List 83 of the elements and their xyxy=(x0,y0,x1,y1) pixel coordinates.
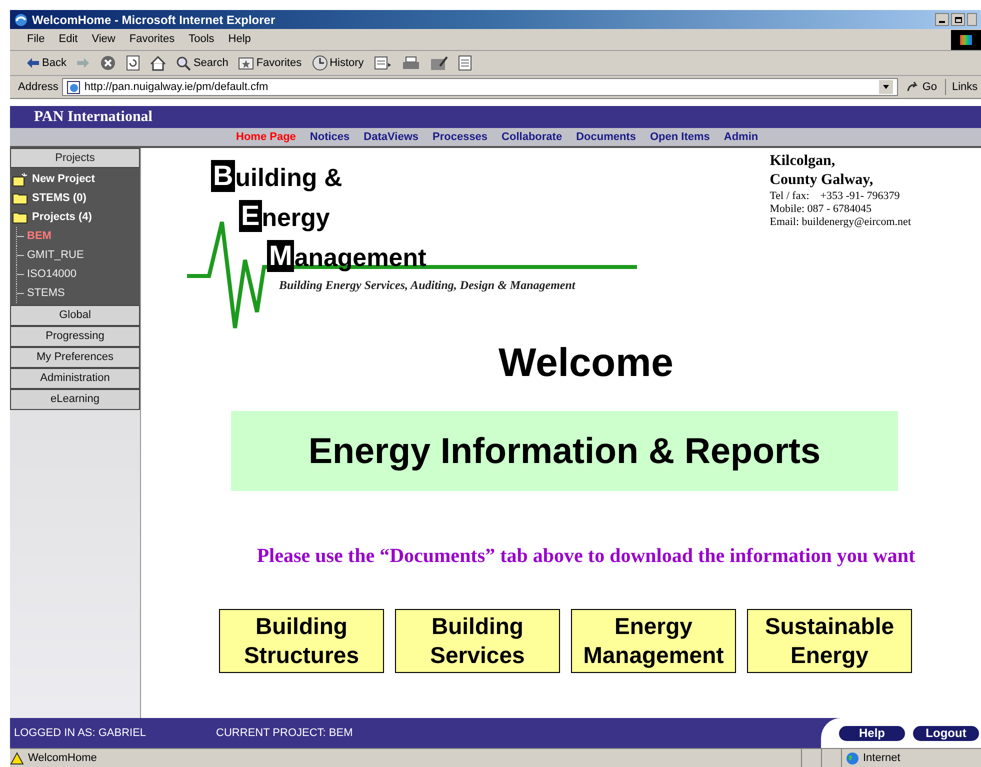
tree-item[interactable]: Projects (4) xyxy=(12,208,140,227)
warning-page-icon xyxy=(10,752,24,764)
contact-detail: Mobile: 087 - 6784045 xyxy=(770,203,872,216)
printer-icon xyxy=(402,56,420,70)
sidebar-section-button[interactable]: My Preferences xyxy=(10,347,140,368)
address-label: Address xyxy=(18,80,58,95)
nav-tab[interactable]: Processes xyxy=(432,128,488,145)
stop-icon xyxy=(100,55,116,71)
toolbar-button[interactable]: Search xyxy=(174,54,230,72)
category-tile[interactable]: Energy Management xyxy=(571,609,736,673)
current-project-text: CURRENT PROJECT: BEM xyxy=(216,726,353,741)
forward-arrow-icon xyxy=(76,57,90,69)
maximize-button[interactable] xyxy=(951,13,965,26)
nav-tab[interactable]: Documents xyxy=(576,128,636,145)
logo-word: Management xyxy=(267,239,426,272)
footer-button[interactable]: Help xyxy=(839,726,905,740)
status-text: WelcomHome xyxy=(28,750,97,766)
toolbar-button[interactable]: Favorites xyxy=(236,54,304,72)
refresh-icon xyxy=(126,55,140,71)
clock-icon xyxy=(312,55,328,71)
tree-item[interactable]: New Project xyxy=(12,170,140,189)
sidebar-section-button[interactable]: Administration xyxy=(10,368,140,389)
menu-item[interactable]: Help xyxy=(221,31,258,48)
footer-button[interactable]: Logout xyxy=(913,726,979,740)
brand-title: PAN International xyxy=(34,108,152,127)
menu-item[interactable]: Favorites xyxy=(122,31,182,48)
instruction-text: Please use the “Documents” tab above to download the information you want xyxy=(256,544,916,569)
home-icon xyxy=(150,56,166,70)
back-arrow-icon xyxy=(26,57,40,69)
toolbar-button[interactable]: History xyxy=(310,54,366,72)
go-arrow-icon xyxy=(906,81,920,93)
nav-tab[interactable]: Notices xyxy=(310,128,350,145)
nav-tab[interactable]: Open Items xyxy=(650,128,710,145)
zone-text: Internet xyxy=(863,750,900,766)
project-item[interactable]: GMIT_RUE xyxy=(27,247,84,264)
sidebar-section-button[interactable]: Global xyxy=(10,305,140,326)
nav-tab[interactable]: Admin xyxy=(724,128,758,145)
category-tile[interactable]: Building Services xyxy=(395,609,560,673)
links-button[interactable]: Links xyxy=(945,78,981,96)
nav-tab[interactable]: Collaborate xyxy=(502,128,562,145)
toolbar-icon-button[interactable] xyxy=(148,56,168,70)
sidebar-section-button[interactable]: Progressing xyxy=(10,326,140,347)
address-line: County Galway, xyxy=(770,171,874,190)
menu-item[interactable]: File xyxy=(20,31,52,48)
logged-in-text: LOGGED IN AS: GABRIEL xyxy=(14,726,146,741)
tree-item[interactable]: STEMS (0) xyxy=(12,189,140,208)
globe-icon xyxy=(846,752,859,764)
logo-word: Energy xyxy=(239,199,331,232)
contact-detail: Email: buildenergy@eircom.net xyxy=(770,216,911,229)
mail-icon xyxy=(374,55,392,71)
nav-tab[interactable]: DataViews xyxy=(364,128,418,145)
sidebar-header[interactable]: Projects xyxy=(10,148,140,168)
category-tile[interactable]: Sustainable Energy xyxy=(747,609,912,673)
folder-icon xyxy=(12,192,28,205)
menu-item[interactable]: View xyxy=(84,31,122,48)
document-icon xyxy=(458,55,472,71)
address-line: Kilcolgan, xyxy=(770,152,836,171)
logo-tagline: Building Energy Services, Auditing, Design & Management xyxy=(279,277,576,294)
project-item[interactable]: ISO14000 xyxy=(27,266,77,283)
folder-icon xyxy=(12,211,28,224)
welcome-heading: Welcome xyxy=(498,340,674,387)
new-folder-icon xyxy=(12,172,28,186)
window-title: WelcomHome - Microsoft Internet Explorer xyxy=(32,12,276,28)
menu-item[interactable]: Edit xyxy=(52,31,85,48)
toolbar-icon-button[interactable] xyxy=(456,55,474,71)
contact-detail: Tel / fax: +353 -91- 796379 xyxy=(770,190,901,203)
category-tile[interactable]: Building Structures xyxy=(219,609,384,673)
project-item[interactable]: STEMS xyxy=(27,285,65,302)
menu-item[interactable]: Tools xyxy=(182,31,222,48)
search-icon xyxy=(176,56,192,70)
minimize-button[interactable] xyxy=(935,13,949,26)
sidebar-section-button[interactable]: eLearning xyxy=(10,389,140,410)
toolbar-icon-button[interactable] xyxy=(124,55,142,71)
notepad-icon xyxy=(430,56,448,70)
address-field[interactable]: http://pan.nuigalway.ie/pm/default.cfm xyxy=(62,78,898,96)
logo-word: Building & xyxy=(211,159,344,192)
browser-icon xyxy=(14,12,28,26)
go-button[interactable]: Go xyxy=(902,78,941,96)
star-folder-icon xyxy=(238,56,254,70)
page-icon xyxy=(67,80,80,94)
toolbar-button[interactable]: Back xyxy=(24,54,68,72)
windows-logo-icon xyxy=(951,30,981,50)
banner: Energy Information & Reports xyxy=(231,411,898,491)
